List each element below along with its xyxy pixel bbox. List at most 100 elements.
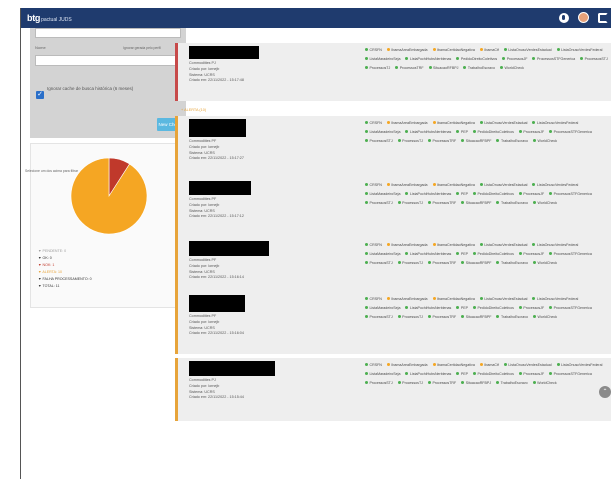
source-tag[interactable]: ProcessosSTFGenerica <box>549 304 592 313</box>
source-tag[interactable]: ProcessosSTJ <box>365 199 393 208</box>
source-tag[interactable]: ListaMaradeiroSeja <box>365 370 400 379</box>
source-tag[interactable]: ProcessosTRF <box>395 64 424 73</box>
source-tag[interactable]: ProcessosTJ <box>397 313 423 322</box>
source-tag[interactable]: ProcessosJF <box>518 370 544 379</box>
source-tag[interactable]: IbamaCertidaoNegativa <box>432 295 475 304</box>
source-tag[interactable]: ListaMaradeiroSeja <box>365 128 400 137</box>
source-tag[interactable]: SituacaoRFBPF <box>461 137 491 146</box>
source-tag[interactable]: TrabalhoEscravo <box>463 64 495 73</box>
source-tag[interactable]: ListaPochiHubsNerblenas <box>405 128 451 137</box>
source-tag[interactable]: ListaOnuscVerdesFederal <box>556 46 602 55</box>
avatar[interactable] <box>578 12 589 23</box>
source-tag[interactable]: ListaOnuscVerdesFederal <box>532 181 578 190</box>
source-tag[interactable]: ListaOnuscVerdesEstadual <box>479 295 527 304</box>
source-tag[interactable]: ProcessosSTJ <box>365 313 393 322</box>
source-tag[interactable]: ListaPochiHubsNerblenas <box>405 370 451 379</box>
source-tag[interactable]: ProcessosTJ <box>397 137 423 146</box>
scroll-up-button[interactable]: ⌃ <box>599 386 611 398</box>
source-tag[interactable]: PEP <box>456 128 468 137</box>
source-tag[interactable]: SituacaoRFBPF <box>461 199 491 208</box>
source-tag[interactable]: ProcessosSTFGenerica <box>549 128 592 137</box>
source-tag[interactable]: CRSFN <box>365 46 382 55</box>
source-tag[interactable]: ProcessosSTFGenerica <box>549 190 592 199</box>
globe-icon[interactable] <box>559 12 569 23</box>
source-tag[interactable]: IbamaCtf <box>479 46 499 55</box>
check-result-card[interactable]: Commodities PJ Criado por: lornejb Sistema… <box>175 43 611 101</box>
source-tag[interactable]: IbamaAreaEmbargada <box>386 119 428 128</box>
source-tag[interactable]: PEP <box>456 370 468 379</box>
source-tag[interactable]: ListaOnuscVerdesEstadual <box>503 361 552 370</box>
source-tag[interactable]: PedidoDireitoColetivos <box>473 250 514 259</box>
source-tag[interactable]: ListaMaradeiroSeja <box>365 55 400 64</box>
check-result-card[interactable]: Commodities PF Criado por: lornejb Sistema… <box>175 238 611 300</box>
brand-logo[interactable]: btg pactual JUDS <box>27 13 72 23</box>
source-tag[interactable]: ListaOnuscVerdesFederal <box>532 119 578 128</box>
source-tag[interactable]: ProcessosSTJ <box>580 55 608 64</box>
source-tag[interactable]: IbamaCertidaoNegativa <box>432 241 475 250</box>
source-tag[interactable]: ProcessosTRF <box>427 379 456 388</box>
source-tag[interactable]: ProcessosJF <box>518 250 544 259</box>
source-tag[interactable]: SituacaoRFBPJ <box>428 64 458 73</box>
source-tag[interactable]: ProcessosTJ <box>397 379 423 388</box>
source-tag[interactable]: ProcessosSTFGenerica <box>532 55 575 64</box>
source-tag[interactable]: PEP <box>456 250 468 259</box>
source-tag[interactable]: ProcessosTRF <box>427 259 456 268</box>
source-tag[interactable]: ListaOnuscVerdesFederal <box>556 361 602 370</box>
cache-checkbox[interactable]: ✓ <box>36 91 44 99</box>
source-tag[interactable]: SituacaoRFBPJ <box>461 379 491 388</box>
source-tag[interactable]: ListaPochiHubsNerblenas <box>405 250 451 259</box>
source-tag[interactable]: IbamaCertidaoNegativa <box>432 119 475 128</box>
source-tag[interactable]: IbamaCtf <box>479 361 499 370</box>
source-tag[interactable]: ProcessosTJ <box>397 199 423 208</box>
source-tag[interactable]: PedidoDireitoColetivos <box>473 190 514 199</box>
alerta-section-header[interactable]: + ALERTA (10) <box>181 108 206 112</box>
source-tag[interactable]: ListaOnuscVerdesEstadual <box>479 241 527 250</box>
check-result-card[interactable]: Commodities PF Criado por: lornejb Sistema… <box>175 292 611 354</box>
source-tag[interactable]: IbamaCertidaoNegativa <box>432 46 475 55</box>
pie-slice-alerta[interactable] <box>70 157 148 235</box>
check-result-card[interactable]: Commodities PJ Criado por: lornejb Sistema… <box>175 358 611 421</box>
source-tag[interactable]: ListaOnuscVerdesEstadual <box>479 119 527 128</box>
source-tag[interactable]: WorldCheck <box>533 259 557 268</box>
source-tag[interactable]: SituacaoRFBPF <box>461 313 491 322</box>
source-tag[interactable]: ListaOnuscVerdesFederal <box>532 241 578 250</box>
source-tag[interactable]: ListaPochiHubsNerblenas <box>405 55 451 64</box>
source-tag[interactable]: CRSFN <box>365 295 382 304</box>
source-tag[interactable]: TrabalhoEscravo <box>496 313 528 322</box>
source-tag[interactable]: PedidoDireitoColetivos <box>473 128 514 137</box>
source-tag[interactable]: IbamaAreaEmbargada <box>386 241 428 250</box>
nome-input[interactable] <box>35 55 181 66</box>
source-tag[interactable]: WorldCheck <box>533 199 557 208</box>
source-tag[interactable]: PedidoDireitoColetivos <box>456 55 497 64</box>
check-result-card[interactable]: Commodities PF Criado por: lornejb Sistema… <box>175 178 611 238</box>
source-tag[interactable]: IbamaCertidaoNegativa <box>432 361 475 370</box>
legend-item[interactable]: ▼ ALERTA: 10 <box>38 269 92 276</box>
source-tag[interactable]: ListaPochiHubsNerblenas <box>405 304 451 313</box>
source-tag[interactable]: SituacaoRFBPF <box>461 259 491 268</box>
source-tag[interactable]: CRSFN <box>365 361 382 370</box>
source-tag[interactable]: PedidoDireitoColetivos <box>473 370 514 379</box>
source-tag[interactable]: ListaMaradeiroSeja <box>365 190 400 199</box>
source-tag[interactable]: IbamaAreaEmbargada <box>386 295 428 304</box>
source-tag[interactable]: ProcessosSTJ <box>365 259 393 268</box>
source-tag[interactable]: ProcessosTJ <box>397 259 423 268</box>
source-tag[interactable]: ListaPochiHubsNerblenas <box>405 190 451 199</box>
source-tag[interactable]: IbamaAreaEmbargada <box>386 181 428 190</box>
source-tag[interactable]: ProcessosSTFGenerica <box>549 250 592 259</box>
source-tag[interactable]: WorldCheck <box>533 313 557 322</box>
legend-item[interactable]: ▼ OK: 0 <box>38 255 92 262</box>
source-tag[interactable]: WorldCheck <box>533 137 557 146</box>
source-tag[interactable]: PEP <box>456 304 468 313</box>
top-input-field[interactable] <box>35 28 181 38</box>
source-tag[interactable]: CRSFN <box>365 241 382 250</box>
source-tag[interactable]: WorldCheck <box>499 64 524 73</box>
legend-item[interactable]: ▼ TOTAL: 11 <box>38 283 92 290</box>
logout-icon[interactable] <box>598 12 608 23</box>
legend-item[interactable]: ▼ NOK: 1 <box>38 262 92 269</box>
source-tag[interactable]: ProcessosTRF <box>427 313 456 322</box>
source-tag[interactable]: IbamaAreaEmbargada <box>386 361 428 370</box>
source-tag[interactable]: ProcessosJF <box>518 190 544 199</box>
legend-item[interactable]: ▼ FALHA PROCESSAMENTO: 0 <box>38 276 92 283</box>
source-tag[interactable]: ProcessosSTFGenerica <box>549 370 592 379</box>
source-tag[interactable]: ProcessosJF <box>502 55 527 64</box>
